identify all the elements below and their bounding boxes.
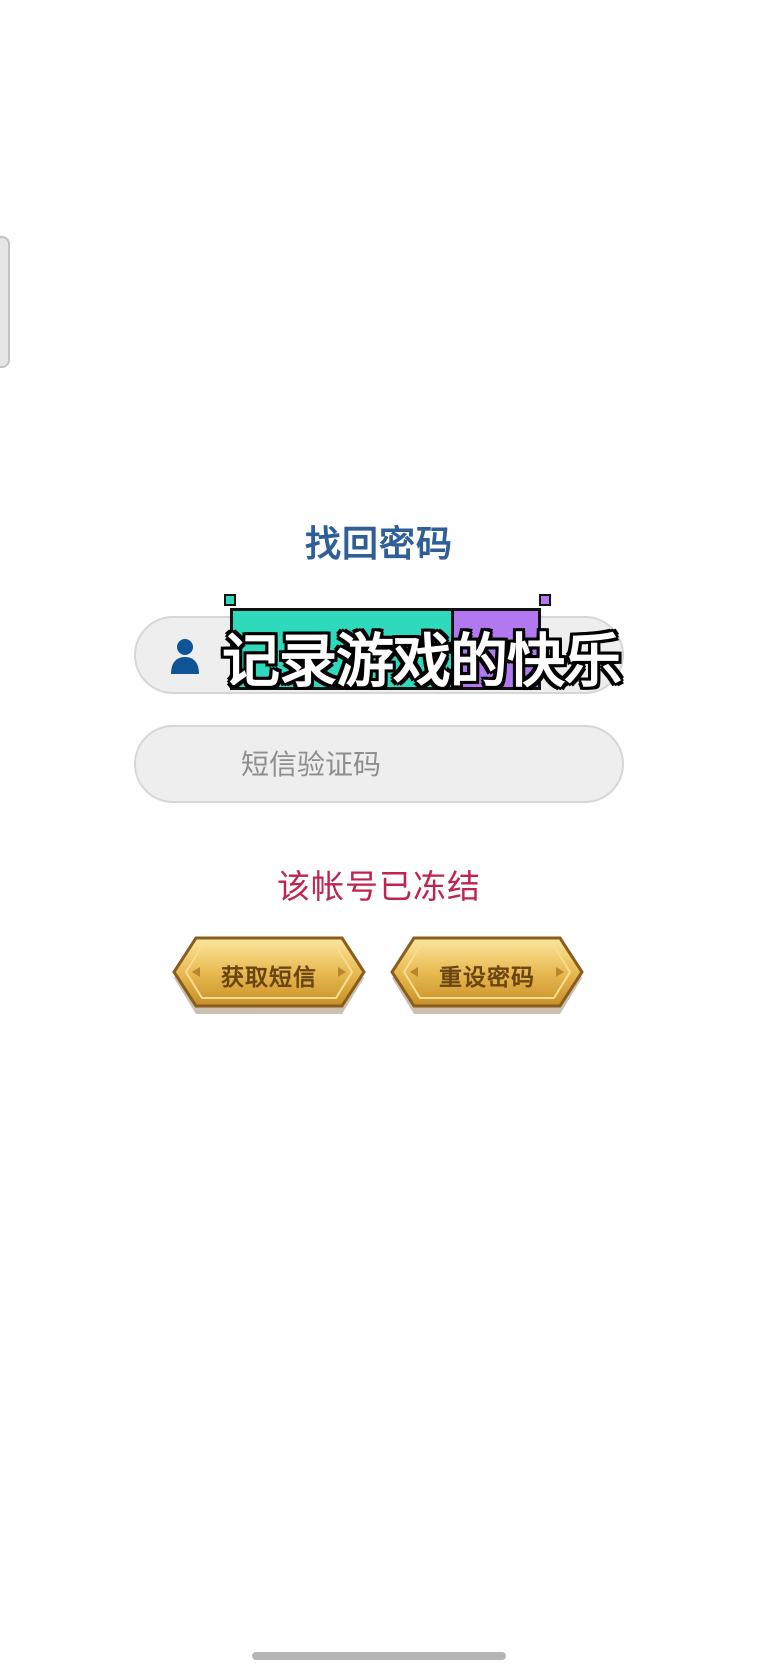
sms-code-field[interactable] [134, 725, 624, 803]
caption-overlay: 记录游戏的快乐 [222, 594, 640, 695]
get-sms-label: 获取短信 [221, 965, 317, 991]
reset-password-label: 重设密码 [439, 965, 535, 991]
status-message: 该帐号已冻结 [277, 867, 481, 906]
user-icon [171, 639, 199, 674]
caption-text: 记录游戏的快乐 [222, 627, 622, 695]
side-edge-handle[interactable] [0, 236, 10, 368]
home-indicator[interactable] [252, 1652, 506, 1660]
reset-password-button[interactable]: 重设密码 [388, 934, 586, 1018]
caption-resize-handle [224, 594, 236, 606]
get-sms-button[interactable]: 获取短信 [170, 934, 368, 1018]
sms-code-input[interactable] [241, 727, 601, 801]
caption-resize-handle [539, 594, 551, 606]
page-title: 找回密码 [304, 524, 453, 565]
